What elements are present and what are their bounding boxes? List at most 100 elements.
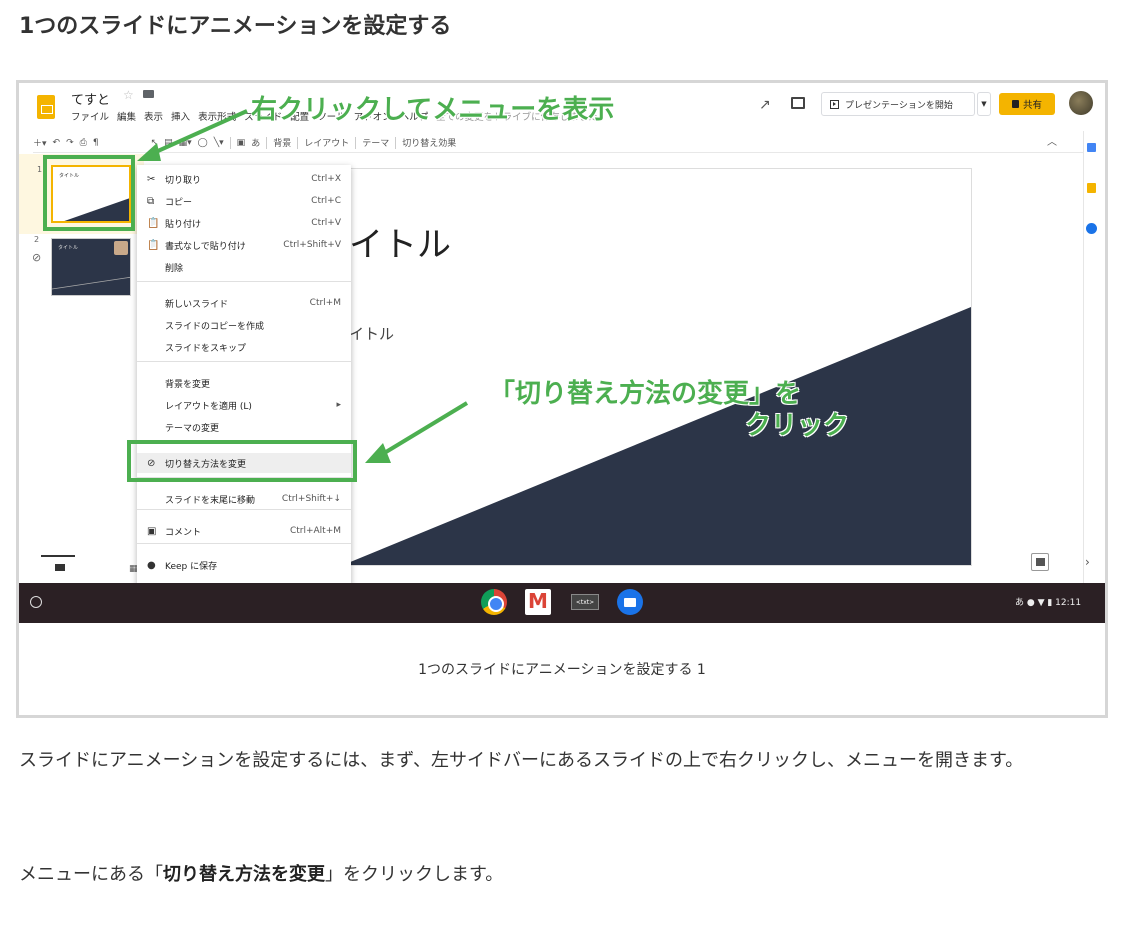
comment-add-icon[interactable]: ▣	[237, 138, 246, 148]
toolbar: ＋▾ ↶ ↷ ⎙ ¶ ↖ ▤ ▦▾ ◯ ╲▾ ▣ あ 背景 レイアウト テーマ …	[33, 133, 1083, 153]
layout-button[interactable]: レイアウト	[304, 136, 349, 149]
context-menu-label: 新しいスライド	[165, 299, 229, 310]
menu-view[interactable]: 表示	[144, 109, 163, 123]
slide-canvas[interactable]: イトル イトル	[343, 169, 971, 565]
calendar-icon[interactable]	[1087, 143, 1096, 152]
context-menu-label: コメント	[165, 527, 202, 538]
context-menu-label: スライドをスキップ	[165, 343, 247, 354]
input-tools-icon[interactable]: あ	[251, 136, 260, 149]
context-menu-item[interactable]: 削除	[137, 257, 351, 277]
context-menu-label: 切り取り	[165, 175, 202, 186]
context-menu-item[interactable]: ✂ 切り取り Ctrl+X	[137, 169, 351, 189]
copy-icon: ⧉	[147, 195, 155, 207]
scissors-icon: ✂	[147, 173, 156, 185]
avatar[interactable]	[1069, 91, 1093, 115]
context-menu-shortcut: Ctrl+X	[311, 174, 341, 184]
keep-icon[interactable]	[1087, 183, 1096, 193]
theme-button[interactable]: テーマ	[362, 136, 389, 149]
folder-icon[interactable]	[143, 90, 154, 98]
toolbar-divider	[395, 136, 397, 149]
filmstrip	[19, 83, 144, 523]
context-menu-label: 削除	[165, 263, 184, 274]
files-icon[interactable]	[617, 589, 643, 615]
menu-format[interactable]: 表示形式	[198, 109, 236, 123]
toolbar-divider	[355, 136, 357, 149]
context-menu-label: 貼り付け	[165, 219, 202, 230]
paragraph-2-bold: 切り替え方法を変更	[163, 864, 325, 885]
context-menu-item[interactable]: 背景を変更	[137, 373, 351, 393]
chrome-icon[interactable]	[481, 589, 507, 615]
paragraph-2: メニューにある「切り替え方法を変更」をクリックします。	[19, 856, 503, 894]
chevron-up-icon[interactable]: ︿	[1047, 133, 1057, 148]
context-menu-label: テーマの変更	[165, 423, 220, 434]
context-menu-label: レイアウトを適用 (L)	[165, 401, 252, 412]
filmstrip-view-icon[interactable]	[55, 564, 65, 571]
filmstrip-view-indicator	[41, 555, 75, 557]
context-menu-label: スライドを末尾に移動	[165, 495, 256, 506]
context-menu-item[interactable]: スライドのコピーを作成	[137, 315, 351, 335]
slide-subtitle[interactable]: イトル	[349, 323, 394, 344]
context-menu-item[interactable]: テーマの変更	[137, 417, 351, 437]
transition-button[interactable]: 切り替え効果	[402, 136, 456, 149]
present-dropdown-icon[interactable]: ▼	[977, 92, 991, 116]
share-button[interactable]: 共有	[999, 93, 1055, 115]
system-tray[interactable]: あ ● ▼ ▮ 12:11	[1015, 595, 1081, 608]
context-menu-item[interactable]: ▣ コメント Ctrl+Alt+M	[137, 521, 351, 541]
paragraph-2-before: メニューにある「	[19, 864, 163, 885]
os-taskbar	[19, 583, 1105, 623]
chevron-right-icon[interactable]: ›	[1085, 555, 1090, 569]
activity-trend-icon[interactable]: ↗	[759, 97, 771, 113]
paste-plain-icon: 📋	[147, 239, 160, 251]
select-cursor-icon[interactable]: ↖	[151, 138, 159, 148]
paragraph-2-after: 」をクリックします。	[325, 864, 504, 885]
screenshot-figure: てすと ☆ ファイル 編集 表示 挿入 表示形式 スライド 配置 ツール アドオ…	[16, 80, 1108, 718]
paste-icon: 📋	[147, 217, 160, 229]
context-menu-shortcut: Ctrl+Alt+M	[289, 526, 341, 536]
slides-screenshot: てすと ☆ ファイル 編集 表示 挿入 表示形式 スライド 配置 ツール アドオ…	[19, 83, 1105, 623]
context-menu-shortcut: Ctrl+C	[311, 196, 341, 206]
background-button[interactable]: 背景	[273, 136, 291, 149]
context-menu-item[interactable]: 📋 書式なしで貼り付け Ctrl+Shift+V	[137, 235, 351, 255]
figure-caption: 1つのスライドにアニメーションを設定する 1	[418, 662, 706, 678]
tasks-icon[interactable]	[1086, 223, 1097, 234]
gmail-icon[interactable]	[525, 589, 551, 615]
context-menu-item[interactable]: ⧉ コピー Ctrl+C	[137, 191, 351, 211]
highlight-box-menu-item	[127, 440, 357, 482]
slide-number: 1	[37, 165, 43, 174]
text-app-icon[interactable]: <txt>	[571, 594, 599, 610]
context-menu-item[interactable]: 📋 貼り付け Ctrl+V	[137, 213, 351, 233]
context-menu-item[interactable]: スライドを末尾に移動 Ctrl+Shift+↓	[137, 489, 351, 509]
context-menu-label: 背景を変更	[165, 379, 211, 390]
slide-title[interactable]: イトル	[349, 217, 451, 266]
menu-insert[interactable]: 挿入	[171, 109, 190, 123]
lock-icon	[1011, 100, 1019, 108]
launcher-icon[interactable]	[30, 596, 42, 608]
comment-history-icon[interactable]	[791, 97, 805, 109]
annotation-click: クリック	[745, 411, 850, 441]
shape-icon[interactable]: ◯	[198, 138, 208, 148]
textbox-icon[interactable]: ▤	[164, 138, 173, 148]
context-menu-label: Keep に保存	[165, 561, 218, 572]
context-menu: ✂ 切り取り Ctrl+X ⧉ コピー Ctrl+C 📋 貼り付け Ctrl+V 📋 書式なしで貼り…	[137, 165, 351, 587]
present-button[interactable]: プレゼンテーションを開始	[821, 92, 975, 116]
highlight-box-thumbnail	[43, 155, 135, 231]
context-menu-shortcut: ▸	[336, 400, 341, 410]
toolbar-divider	[266, 136, 268, 149]
image-icon[interactable]: ▦▾	[179, 138, 192, 148]
context-menu-item[interactable]: スライドをスキップ	[137, 337, 351, 357]
context-menu-item[interactable]: 新しいスライド Ctrl+M	[137, 293, 351, 313]
share-label: 共有	[1022, 100, 1042, 111]
add-comment-button[interactable]	[1031, 553, 1049, 571]
context-menu-item[interactable]: ● Keep に保存	[137, 555, 351, 575]
toolbar-divider	[297, 136, 299, 149]
menu-divider	[137, 281, 351, 282]
comment-icon: ▣	[147, 525, 157, 537]
context-menu-label: 書式なしで貼り付け	[165, 241, 246, 252]
menu-divider	[137, 543, 351, 544]
line-icon[interactable]: ╲▾	[214, 138, 224, 148]
thumbnail-image-icon	[114, 241, 128, 255]
context-menu-item[interactable]: レイアウトを適用 (L) ▸	[137, 395, 351, 415]
present-label: プレゼンテーションを開始	[845, 100, 953, 111]
paragraph-1: スライドにアニメーションを設定するには、まず、左サイドバーにあるスライドの上で右…	[19, 750, 1024, 771]
toolbar-divider	[229, 136, 231, 149]
